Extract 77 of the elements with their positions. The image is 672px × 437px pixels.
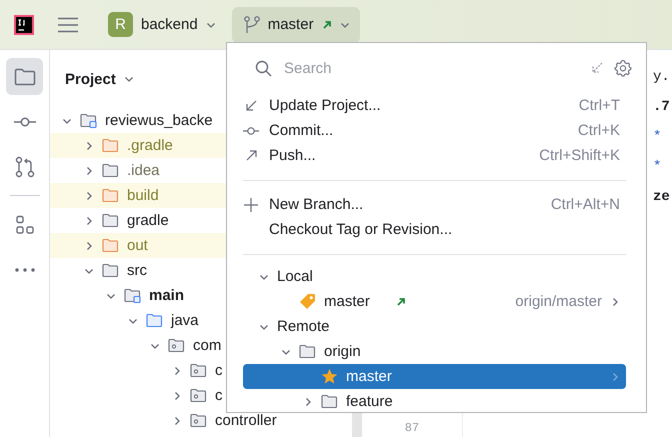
project-selector[interactable]: R backend — [102, 8, 222, 42]
code-text: * — [653, 128, 662, 147]
code-text: ze — [653, 188, 671, 207]
tree-item[interactable]: build — [127, 187, 159, 204]
tree-item[interactable]: controller — [215, 412, 277, 429]
branch-selector[interactable]: master — [232, 6, 360, 42]
branch-item[interactable]: feature — [243, 389, 626, 412]
chevron-right-icon[interactable] — [172, 390, 182, 400]
package-folder-icon — [168, 338, 185, 353]
structure-icon — [14, 214, 34, 234]
package-folder-icon — [190, 363, 207, 378]
menu-item[interactable]: Push... Ctrl+Shift+K — [243, 143, 626, 168]
chevron-right-icon[interactable] — [84, 140, 94, 150]
pull-request-icon — [14, 156, 36, 178]
branch-item[interactable]: Local — [243, 264, 626, 289]
menu-icon[interactable] — [58, 16, 78, 32]
code-text: y. — [653, 68, 671, 87]
plus-icon — [244, 198, 258, 212]
project-badge: R — [108, 12, 133, 37]
tree-item[interactable]: reviewus_backe — [105, 112, 213, 129]
chevron-right-icon[interactable] — [610, 296, 620, 306]
module-folder-icon — [124, 288, 141, 303]
chevron-right-icon[interactable] — [172, 366, 182, 376]
folder-icon — [102, 238, 119, 253]
search-field[interactable]: Search — [282, 58, 580, 78]
commit-icon — [243, 126, 259, 136]
commit-icon — [14, 116, 36, 126]
branch-item[interactable]: master origin/master — [243, 289, 626, 314]
chevron-right-icon[interactable] — [84, 216, 94, 226]
folder-icon — [299, 344, 316, 359]
package-folder-icon — [190, 413, 207, 428]
tree-item[interactable]: com — [193, 337, 222, 354]
collapse-icon[interactable] — [590, 61, 604, 75]
search-icon — [255, 60, 272, 76]
tree-item[interactable]: .idea — [127, 162, 160, 179]
tree-item[interactable]: java — [171, 312, 199, 329]
folder-icon — [14, 68, 36, 86]
branch-item[interactable]: origin — [243, 339, 626, 364]
chevron-right-icon[interactable] — [84, 166, 94, 176]
branch-icon — [244, 16, 260, 34]
tree-item[interactable]: c — [215, 362, 222, 379]
chevron-right-icon[interactable] — [303, 396, 313, 406]
settings-icon[interactable] — [614, 59, 632, 77]
folder-icon — [102, 213, 119, 228]
branch-item[interactable]: master — [243, 364, 626, 389]
folder-icon — [102, 163, 119, 178]
app-logo-icon[interactable] — [14, 14, 34, 34]
more-icon — [14, 266, 36, 272]
menu-item[interactable]: New Branch... Ctrl+Alt+N — [243, 192, 626, 217]
package-folder-icon — [190, 388, 207, 403]
module-folder-icon — [80, 113, 97, 128]
tree-item[interactable]: .gradle — [127, 137, 173, 154]
tree-item[interactable]: src — [127, 262, 147, 279]
chevron-right-icon[interactable] — [84, 240, 94, 250]
tree-item[interactable]: c — [215, 387, 222, 404]
folder-icon — [102, 188, 119, 203]
chevron-right-icon[interactable] — [84, 190, 94, 200]
tree-item[interactable]: main — [149, 287, 184, 304]
menu-item[interactable]: Commit... Ctrl+K — [243, 118, 626, 143]
arrow-up-right-icon — [244, 149, 258, 162]
chevron-right-icon[interactable] — [172, 416, 182, 426]
code-text: .7 — [653, 98, 671, 117]
folder-icon — [146, 313, 163, 328]
folder-icon — [102, 138, 119, 153]
menu-item[interactable]: Update Project... Ctrl+T — [243, 93, 626, 118]
panel-title[interactable]: Project — [65, 70, 116, 88]
tree-item[interactable]: out — [127, 237, 148, 254]
arrow-down-left-icon — [244, 99, 258, 112]
menu-item[interactable]: Checkout Tag or Revision... — [243, 217, 626, 242]
tree-item[interactable]: gradle — [127, 212, 169, 229]
line-number: 87 — [404, 421, 420, 435]
folder-icon — [321, 394, 338, 409]
tool-window-button[interactable] — [6, 58, 43, 95]
branch-item[interactable]: Remote — [243, 314, 626, 339]
caret-icon[interactable] — [124, 74, 134, 84]
code-text: * — [653, 158, 662, 177]
folder-icon — [102, 263, 119, 278]
